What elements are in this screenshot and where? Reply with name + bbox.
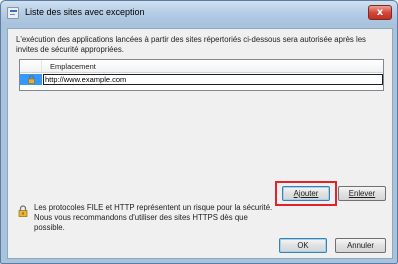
add-button-label: Ajouter — [293, 189, 319, 198]
exception-site-list-dialog: Liste des sites avec exception x L'exécu… — [0, 0, 398, 264]
list-header: Emplacement — [20, 60, 383, 73]
close-button[interactable]: x — [368, 5, 392, 20]
window-title: Liste des sites avec exception — [25, 7, 145, 17]
row-icon-cell — [20, 74, 42, 85]
list-item[interactable] — [20, 74, 383, 85]
add-button[interactable]: Ajouter — [282, 186, 330, 201]
icon-column-header — [20, 60, 42, 72]
remove-button-label: Enlever — [348, 189, 376, 198]
location-field[interactable] — [43, 74, 383, 85]
warning-line-2: Nous vous recommandons d'utiliser des si… — [34, 213, 248, 232]
lock-icon — [18, 205, 28, 217]
title-bar[interactable]: Liste des sites avec exception x — [1, 1, 397, 25]
lock-icon — [28, 75, 35, 84]
dialog-content: L'exécution des applications lancées à p… — [7, 28, 393, 259]
remove-button[interactable]: Enlever — [338, 186, 386, 201]
cancel-button[interactable]: Annuler — [335, 238, 386, 253]
java-window-icon — [7, 7, 19, 19]
warning-line-1: Les protocoles FILE et HTTP représentent… — [34, 203, 273, 212]
site-list[interactable]: Emplacement — [19, 59, 384, 91]
security-warning: Les protocoles FILE et HTTP représentent… — [34, 203, 274, 233]
location-column-header: Emplacement — [50, 62, 96, 71]
description-text: L'exécution des applications lancées à p… — [16, 35, 366, 54]
ok-button[interactable]: OK — [279, 238, 327, 253]
